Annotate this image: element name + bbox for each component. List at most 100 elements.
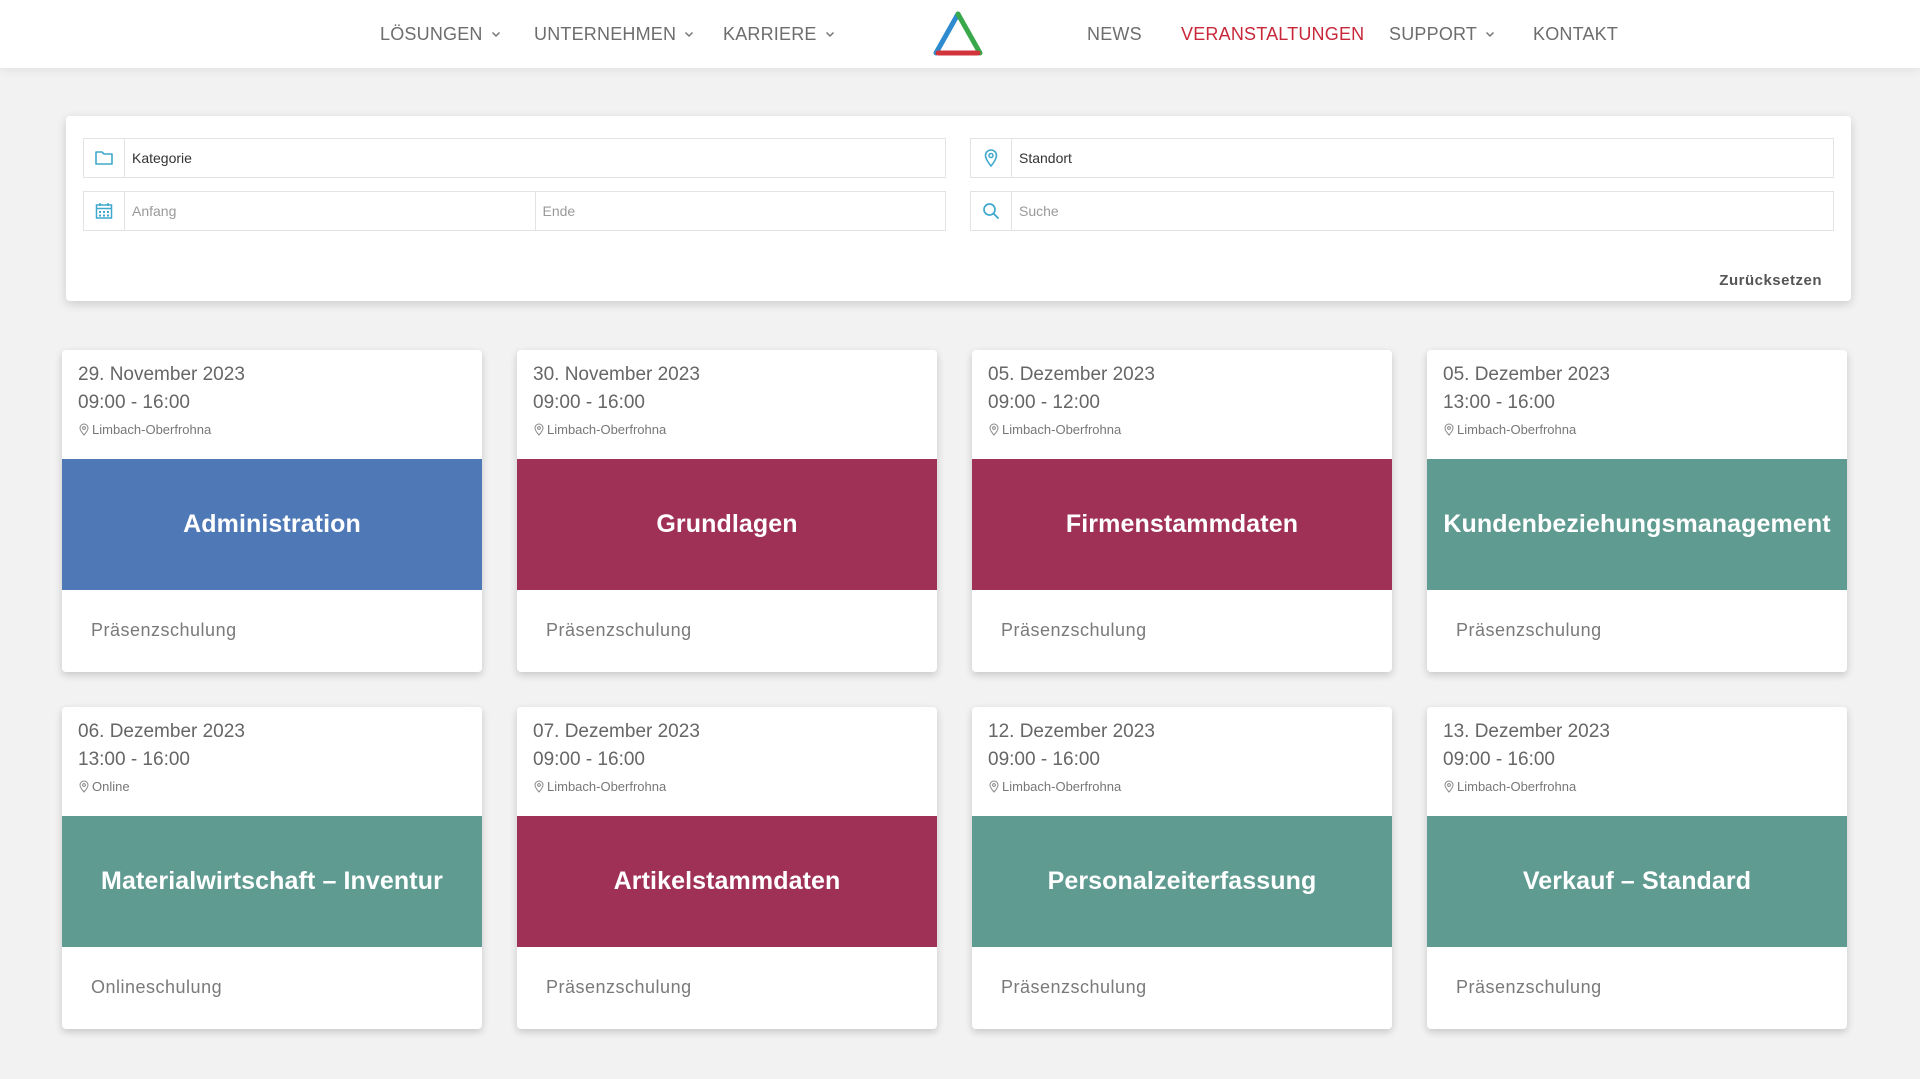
start-date-input[interactable]: Anfang	[125, 192, 536, 230]
event-time: 09:00 - 12:00	[988, 392, 1100, 413]
event-time: 09:00 - 16:00	[533, 392, 645, 413]
nav-label: SUPPORT	[1389, 23, 1478, 44]
nav-support[interactable]: SUPPORT	[1389, 0, 1496, 68]
event-location-text: Limbach-Oberfrohna	[1002, 422, 1122, 437]
nav-loesungen[interactable]: LÖSUNGEN	[380, 0, 502, 68]
event-type: Onlineschulung	[91, 977, 223, 997]
nav-kontakt[interactable]: KONTAKT	[1533, 0, 1618, 68]
chevron-down-icon	[491, 31, 500, 38]
event-location: Limbach-Oberfrohna	[988, 779, 1121, 794]
company-logo[interactable]	[932, 11, 984, 57]
event-time: 09:00 - 16:00	[78, 392, 190, 413]
event-type: Präsenzschulung	[1001, 620, 1147, 640]
map-pin-icon	[79, 423, 89, 436]
event-time: 13:00 - 16:00	[78, 749, 190, 770]
nav-karriere[interactable]: KARRIERE	[723, 0, 836, 68]
folder-icon	[95, 151, 113, 165]
location-icon-box	[971, 139, 1012, 177]
event-date: 30. November 2023	[533, 364, 700, 385]
map-pin-icon	[989, 780, 999, 793]
event-location-text: Limbach-Oberfrohna	[92, 422, 212, 437]
event-type: Präsenzschulung	[91, 620, 237, 640]
event-type: Präsenzschulung	[1456, 620, 1602, 640]
map-pin-icon	[534, 780, 544, 793]
event-type: Präsenzschulung	[1456, 977, 1602, 997]
event-location: Limbach-Oberfrohna	[988, 422, 1121, 437]
location-select[interactable]: Standort	[970, 138, 1834, 178]
event-date: 12. Dezember 2023	[988, 721, 1155, 742]
nav-news[interactable]: NEWS	[1087, 0, 1142, 68]
event-title: Verkauf – Standard	[1427, 816, 1847, 947]
event-card[interactable]: 12. Dezember 2023 09:00 - 16:00 Limbach-…	[972, 707, 1392, 1029]
nav-label: VERANSTALTUNGEN	[1181, 23, 1365, 44]
event-time: 09:00 - 16:00	[1443, 749, 1555, 770]
event-card[interactable]: 05. Dezember 2023 09:00 - 12:00 Limbach-…	[972, 350, 1392, 672]
nav-label: KONTAKT	[1533, 23, 1619, 44]
nav-label: KARRIERE	[723, 23, 817, 44]
event-date: 07. Dezember 2023	[533, 721, 700, 742]
reset-button[interactable]: Zurücksetzen	[1719, 272, 1822, 289]
chevron-down-icon	[825, 31, 834, 38]
event-location: Limbach-Oberfrohna	[1443, 779, 1576, 794]
event-time: 09:00 - 16:00	[533, 749, 645, 770]
nav-label: UNTERNEHMEN	[534, 23, 677, 44]
search-input[interactable]: Suche	[970, 191, 1834, 231]
event-card[interactable]: 07. Dezember 2023 09:00 - 16:00 Limbach-…	[517, 707, 937, 1029]
nav-label: NEWS	[1087, 23, 1142, 44]
search-icon	[983, 203, 999, 219]
event-location: Limbach-Oberfrohna	[533, 422, 666, 437]
event-card[interactable]: 05. Dezember 2023 13:00 - 16:00 Limbach-…	[1427, 350, 1847, 672]
nav-unternehmen[interactable]: UNTERNEHMEN	[534, 0, 695, 68]
event-location-text: Limbach-Oberfrohna	[1457, 779, 1577, 794]
calendar-icon	[95, 203, 113, 219]
event-time: 09:00 - 16:00	[988, 749, 1100, 770]
category-value: Kategorie	[132, 150, 192, 166]
map-pin-icon	[989, 423, 999, 436]
end-date-placeholder: Ende	[542, 203, 576, 219]
event-title: Personalzeiterfassung	[972, 816, 1392, 947]
event-title: Administration	[62, 459, 482, 590]
event-card[interactable]: 29. November 2023 09:00 - 16:00 Limbach-…	[62, 350, 482, 672]
event-title: Materialwirtschaft – Inventur	[62, 816, 482, 947]
map-pin-icon	[984, 149, 998, 168]
event-card[interactable]: 30. November 2023 09:00 - 16:00 Limbach-…	[517, 350, 937, 672]
event-location-text: Limbach-Oberfrohna	[547, 422, 667, 437]
event-type: Präsenzschulung	[1001, 977, 1147, 997]
event-title: Firmenstammdaten	[972, 459, 1392, 590]
event-date: 29. November 2023	[78, 364, 245, 385]
map-pin-icon	[1444, 423, 1454, 436]
event-card[interactable]: 13. Dezember 2023 09:00 - 16:00 Limbach-…	[1427, 707, 1847, 1029]
event-location: Limbach-Oberfrohna	[1443, 422, 1576, 437]
event-card[interactable]: 06. Dezember 2023 13:00 - 16:00 Online M…	[62, 707, 482, 1029]
map-pin-icon	[79, 780, 89, 793]
event-time: 13:00 - 16:00	[1443, 392, 1555, 413]
event-filter-panel: Kategorie Standort Anfang Ende Suche Zur…	[66, 116, 1851, 301]
event-type: Präsenzschulung	[546, 620, 692, 640]
map-pin-icon	[1444, 780, 1454, 793]
event-date: 13. Dezember 2023	[1443, 721, 1610, 742]
date-range: Anfang Ende	[83, 191, 946, 231]
search-placeholder: Suche	[1019, 203, 1059, 219]
search-icon-box	[971, 192, 1012, 230]
event-location-text: Limbach-Oberfrohna	[1002, 779, 1122, 794]
map-pin-icon	[534, 423, 544, 436]
category-select[interactable]: Kategorie	[83, 138, 946, 178]
category-icon-box	[84, 139, 125, 177]
chevron-down-icon	[685, 31, 694, 38]
event-location-text: Online	[92, 779, 130, 794]
event-location-text: Limbach-Oberfrohna	[547, 779, 667, 794]
event-title: Artikelstammdaten	[517, 816, 937, 947]
event-location: Limbach-Oberfrohna	[533, 779, 666, 794]
end-date-input[interactable]: Ende	[536, 192, 946, 230]
nav-veranstaltungen[interactable]: VERANSTALTUNGEN	[1181, 0, 1364, 68]
calendar-icon-box	[84, 192, 125, 230]
top-navigation: LÖSUNGEN UNTERNEHMEN KARRIERE NEWS VERAN…	[0, 0, 1920, 68]
event-location: Online	[78, 779, 130, 794]
event-date: 05. Dezember 2023	[1443, 364, 1610, 385]
chevron-down-icon	[1486, 31, 1495, 38]
event-location-text: Limbach-Oberfrohna	[1457, 422, 1577, 437]
event-location: Limbach-Oberfrohna	[78, 422, 211, 437]
event-title: Grundlagen	[517, 459, 937, 590]
event-type: Präsenzschulung	[546, 977, 692, 997]
location-value: Standort	[1019, 150, 1072, 166]
